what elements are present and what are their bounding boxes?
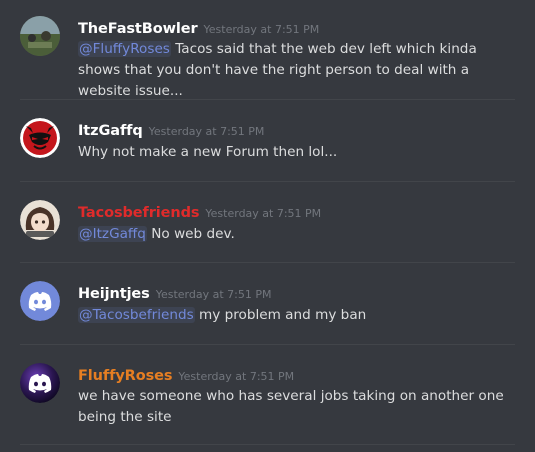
message-header: TheFastBowler Yesterday at 7:51 PM [78, 18, 319, 37]
author-name[interactable]: Heijntjes [78, 286, 150, 302]
timestamp: Yesterday at 7:51 PM [178, 370, 295, 383]
avatar-anime-icon[interactable] [20, 200, 60, 240]
user-mention[interactable]: @ItzGaffq [78, 226, 147, 242]
message-header: ItzGaffq Yesterday at 7:51 PM [78, 120, 264, 139]
message-text: No web dev. [146, 226, 235, 242]
message-divider [20, 444, 515, 445]
avatar-discord-logo-icon[interactable] [20, 281, 60, 321]
timestamp: Yesterday at 7:51 PM [148, 125, 265, 138]
message-item: ItzGaffq Yesterday at 7:51 PM Why not mak… [0, 100, 535, 182]
user-mention[interactable]: @FluffyRoses [78, 41, 171, 57]
timestamp: Yesterday at 7:51 PM [205, 207, 322, 220]
author-name[interactable]: ItzGaffq [78, 123, 143, 139]
message-item: Tacosbefriends Yesterday at 7:51 PM @ItzG… [0, 182, 535, 263]
chat-messages: TheFastBowler Yesterday at 7:51 PM @Fluff… [0, 0, 535, 452]
author-name[interactable]: TheFastBowler [78, 21, 198, 37]
message-content: @ItzGaffq No web dev. [78, 224, 523, 245]
message-text: we have someone who has several jobs tak… [78, 388, 504, 425]
message-header: Tacosbefriends Yesterday at 7:51 PM [78, 202, 321, 221]
message-content: we have someone who has several jobs tak… [78, 386, 523, 428]
message-item: Heijntjes Yesterday at 7:51 PM @Tacosbefr… [0, 263, 535, 344]
timestamp: Yesterday at 7:51 PM [155, 288, 272, 301]
message-content: @FluffyRoses Tacos said that the web dev… [78, 39, 523, 102]
message-header: FluffyRoses Yesterday at 7:51 PM [78, 365, 294, 384]
user-mention[interactable]: @Tacosbefriends [78, 307, 195, 323]
avatar-photo-icon[interactable] [20, 16, 60, 56]
message-item: FluffyRoses Yesterday at 7:51 PM we have … [0, 345, 535, 452]
message-text: Why not make a new Forum then lol... [78, 144, 338, 160]
timestamp: Yesterday at 7:51 PM [203, 23, 320, 36]
author-name[interactable]: Tacosbefriends [78, 205, 200, 221]
author-name[interactable]: FluffyRoses [78, 368, 172, 384]
message-text: my problem and my ban [194, 307, 367, 323]
avatar-devil-icon[interactable] [20, 118, 60, 158]
message-header: Heijntjes Yesterday at 7:51 PM [78, 283, 271, 302]
message-item: TheFastBowler Yesterday at 7:51 PM @Fluff… [0, 0, 535, 100]
message-content: @Tacosbefriends my problem and my ban [78, 305, 523, 326]
avatar-discord-logo-purple-icon[interactable] [20, 363, 60, 403]
message-content: Why not make a new Forum then lol... [78, 142, 523, 163]
